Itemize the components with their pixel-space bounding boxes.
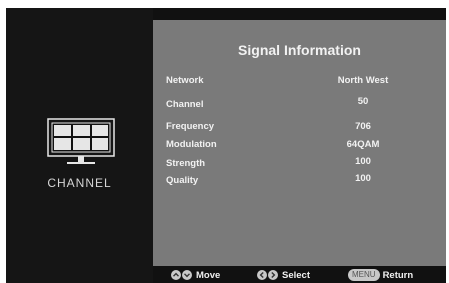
row-value: 50 [357, 96, 369, 107]
menu-button-icon: MENU [348, 269, 380, 281]
panel-title: Signal Information [238, 42, 361, 58]
info-row-network: Network North West [153, 75, 446, 89]
row-value: 64QAM [346, 139, 380, 150]
row-label: Quality [166, 175, 199, 186]
row-label: Channel [166, 99, 204, 110]
hint-move-label: Move [196, 269, 221, 281]
left-button-icon [257, 270, 267, 280]
row-value: 706 [355, 121, 371, 132]
hint-move: Move [171, 269, 220, 281]
signal-info-panel: Signal Information Network North West Ch… [153, 20, 446, 266]
right-button-icon [268, 270, 278, 280]
hint-select: Select [257, 269, 310, 281]
info-row-channel: Channel 50 [153, 96, 446, 113]
info-row-modulation: Modulation 64QAM [153, 139, 446, 153]
category-label: CHANNEL [47, 176, 112, 190]
button-hints-bar: Move Select MENU Return [153, 266, 446, 283]
tv-screen: CHANNEL Signal Information Network North… [6, 8, 446, 283]
down-button-icon [182, 270, 192, 280]
info-row-frequency: Frequency 706 [153, 121, 446, 135]
row-label: Strength [166, 158, 206, 169]
row-label: Modulation [166, 139, 217, 150]
row-label: Network [166, 75, 204, 86]
hint-select-label: Select [282, 269, 310, 281]
hint-return: MENU Return [348, 269, 413, 281]
row-value: North West [337, 75, 389, 86]
up-button-icon [171, 270, 181, 280]
info-row-quality: Quality 100 [153, 173, 446, 189]
hint-return-label: Return [382, 269, 414, 281]
tv-channel-icon [45, 118, 117, 168]
row-value: 100 [355, 173, 371, 184]
row-label: Frequency [166, 121, 215, 132]
category-sidebar: CHANNEL [6, 8, 153, 283]
row-value: 100 [355, 156, 371, 167]
info-row-strength: Strength 100 [153, 156, 446, 172]
